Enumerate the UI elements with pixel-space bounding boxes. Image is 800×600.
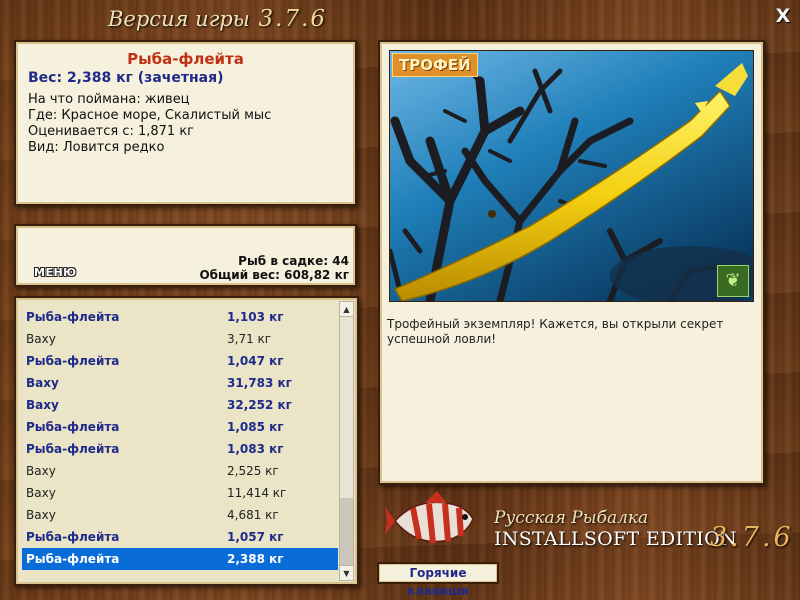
close-button[interactable]: X — [772, 5, 794, 27]
catch-fish-weight: 1,047 кг — [227, 354, 284, 368]
fish-weight: Вес: 2,388 кг (зачетная) — [28, 70, 224, 86]
logo-fish-icon — [385, 491, 474, 544]
catch-fish-name: Рыба-флейта — [26, 420, 120, 434]
catch-fish-weight: 1,057 кг — [227, 530, 284, 544]
list-item[interactable]: Ваху 31,783 кг — [22, 372, 338, 394]
catch-fish-name: Ваху — [26, 508, 56, 522]
catch-fish-weight: 1,083 кг — [227, 442, 284, 456]
scroll-thumb[interactable] — [340, 498, 353, 566]
menu-button[interactable]: МЕНЮ — [34, 266, 77, 279]
catch-fish-name: Рыба-флейта — [26, 552, 120, 566]
catch-fish-name: Рыба-флейта — [26, 354, 120, 368]
brand-name: Русская Рыбалка — [494, 508, 649, 528]
catch-list-rows: Рыба-флейта 1,103 кг Ваху 3,71 кг Рыба-флейт… — [22, 306, 338, 570]
catch-fish-weight: 4,681 кг — [227, 508, 279, 522]
location-line: Где: Красное море, Скалистый мыс — [28, 108, 272, 123]
window-version: 3.7.6 — [258, 6, 328, 32]
catch-fish-name: Ваху — [26, 332, 56, 346]
list-item[interactable]: Рыба-флейта 1,047 кг — [22, 350, 338, 372]
fish-picture-panel: ТРОФЕЙ ❦ Трофейный экземпляр! Кажется, в… — [378, 40, 765, 485]
catch-fish-name: Рыба-флейта — [26, 310, 120, 324]
keepnet-stats-panel: Рыб в садке: 44 Общий вес: 608,82 кг МЕН… — [14, 224, 357, 287]
list-item[interactable]: Ваху 32,252 кг — [22, 394, 338, 416]
hotkeys-button[interactable]: Горячие клавиши — [377, 562, 499, 598]
catch-fish-weight: 2,388 кг — [227, 552, 284, 566]
list-item[interactable]: Рыба-флейта 1,085 кг — [22, 416, 338, 438]
fish-info-panel: Рыба-флейта Вес: 2,388 кг (зачетная) На … — [14, 40, 357, 206]
list-item[interactable]: Ваху 4,681 кг — [22, 504, 338, 526]
catch-fish-name: Рыба-флейта — [26, 530, 120, 544]
catch-fish-weight: 32,252 кг — [227, 398, 292, 412]
list-item[interactable]: Ваху 2,525 кг — [22, 460, 338, 482]
list-item[interactable]: Ваху 11,414 кг — [22, 482, 338, 504]
catch-fish-name: Ваху — [26, 376, 59, 390]
list-scrollbar[interactable]: ▲ ▼ — [339, 301, 354, 581]
list-item[interactable]: Рыба-флейта 1,103 кг — [22, 306, 338, 328]
catch-fish-weight: 2,525 кг — [227, 464, 279, 478]
catch-list[interactable]: Рыба-флейта 1,103 кг Ваху 3,71 кг Рыба-флейт… — [14, 296, 359, 586]
list-item[interactable]: Рыба-флейта 1,057 кг — [22, 526, 338, 548]
brand-edition: INSTALLSOFT EDITION — [494, 528, 737, 550]
catch-fish-weight: 11,414 кг — [227, 486, 287, 500]
fish-name: Рыба-флейта — [127, 50, 244, 68]
catch-fish-name: Ваху — [26, 464, 56, 478]
window-title: Версия игры 3.7.6 — [108, 6, 327, 32]
catch-fish-weight: 1,085 кг — [227, 420, 284, 434]
catch-fish-weight: 3,71 кг — [227, 332, 272, 346]
bait-line: На что поймана: живец — [28, 92, 190, 107]
list-item[interactable]: Рыба-флейта 1,083 кг — [22, 438, 338, 460]
brand-version: 3.7.6 — [710, 522, 794, 553]
list-item[interactable]: Ваху 3,71 кг — [22, 328, 338, 350]
catch-fish-name: Рыба-флейта — [26, 442, 120, 456]
total-weight: Общий вес: 608,82 кг — [199, 268, 349, 282]
catch-fish-name: Ваху — [26, 398, 59, 412]
trophy-badge: ТРОФЕЙ — [392, 53, 478, 77]
scroll-down-icon[interactable]: ▼ — [340, 565, 353, 580]
fish-count: Рыб в садке: 44 — [238, 254, 349, 268]
catch-fish-weight: 1,103 кг — [227, 310, 284, 324]
butterfly-icon: ❦ — [717, 265, 749, 297]
trophy-description: Трофейный экземпляр! Кажется, вы открыли… — [387, 317, 724, 346]
fish-photo-image — [390, 51, 753, 301]
scroll-up-icon[interactable]: ▲ — [340, 302, 353, 317]
catch-fish-weight: 31,783 кг — [227, 376, 292, 390]
catch-fish-name: Ваху — [26, 486, 56, 500]
fish-photo: ТРОФЕЙ ❦ — [389, 50, 754, 302]
valuation-line: Оценивается с: 1,871 кг — [28, 124, 195, 139]
list-item[interactable]: Рыба-флейта 2,388 кг — [22, 548, 338, 570]
window-title-text: Версия игры — [108, 7, 250, 31]
rarity-line: Вид: Ловится редко — [28, 140, 165, 155]
